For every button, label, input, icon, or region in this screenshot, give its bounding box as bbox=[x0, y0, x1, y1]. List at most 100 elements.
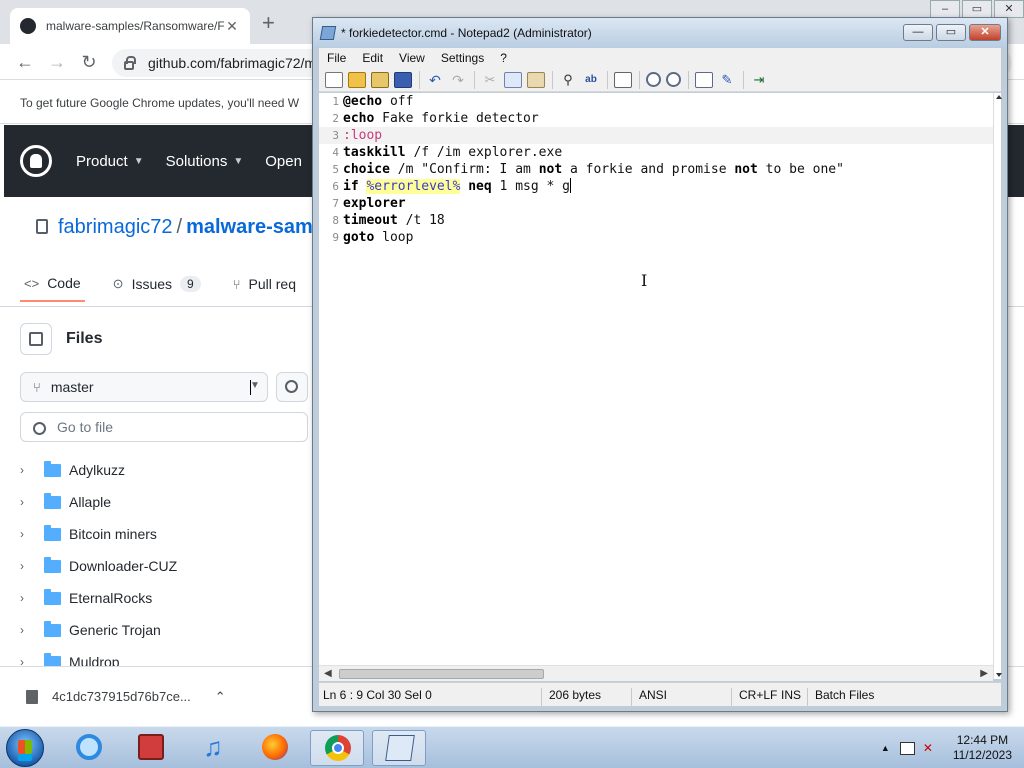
tree-item-folder[interactable]: › Allaple bbox=[20, 486, 310, 518]
undo-icon[interactable]: ↶ bbox=[426, 72, 444, 88]
search-icon[interactable] bbox=[276, 372, 308, 402]
forward-arrow-icon[interactable]: → bbox=[46, 51, 68, 73]
chevron-right-icon[interactable]: › bbox=[20, 623, 40, 637]
status-encoding[interactable]: ANSI bbox=[639, 688, 667, 702]
tree-item-folder[interactable]: › Adylkuzz bbox=[20, 454, 310, 486]
clock[interactable]: 12:44 PM 11/12/2023 bbox=[953, 733, 1012, 763]
new-tab-button[interactable]: + bbox=[262, 12, 275, 34]
scroll-left-icon[interactable]: ◀ bbox=[324, 668, 332, 679]
firefox-taskbar-button[interactable] bbox=[248, 730, 302, 766]
repo-owner-link[interactable]: fabrimagic72 bbox=[58, 216, 173, 238]
notepad2-taskbar-button[interactable] bbox=[372, 730, 426, 766]
volume-muted-icon[interactable]: ✕ bbox=[923, 742, 935, 754]
download-item[interactable]: 4c1dc737915d76b7ce... bbox=[52, 689, 191, 704]
search-icon bbox=[25, 415, 49, 439]
chevron-right-icon[interactable]: › bbox=[20, 559, 40, 573]
chevron-up-icon[interactable]: ⌃ bbox=[215, 689, 226, 705]
reload-icon[interactable]: ↻ bbox=[78, 51, 100, 73]
network-icon[interactable] bbox=[899, 741, 915, 755]
maximize-button[interactable]: ▭ bbox=[962, 0, 992, 18]
tree-item-folder[interactable]: › Downloader-CUZ bbox=[20, 550, 310, 582]
open-folder-icon[interactable] bbox=[348, 71, 366, 88]
github-logo-icon[interactable] bbox=[20, 145, 52, 177]
redo-icon[interactable]: ↷ bbox=[449, 72, 467, 88]
branch-selector[interactable]: ⑂ master ▼ bbox=[20, 372, 268, 402]
code-line[interactable]: 8 timeout /t 18 bbox=[319, 212, 993, 229]
menu-view[interactable]: View bbox=[391, 51, 433, 65]
tab-pull-requests[interactable]: ⑂ Pull req bbox=[229, 266, 300, 302]
word-wrap-icon[interactable] bbox=[614, 71, 632, 88]
minimize-button[interactable]: — bbox=[903, 24, 933, 41]
chevron-right-icon[interactable]: › bbox=[20, 495, 40, 509]
customize-scheme-icon[interactable]: ✎ bbox=[718, 72, 736, 88]
tab-code[interactable]: <> Code bbox=[20, 266, 85, 302]
nav-solutions[interactable]: Solutions ▼ bbox=[166, 153, 244, 170]
menu-edit[interactable]: Edit bbox=[354, 51, 391, 65]
close-tab-icon[interactable]: ✕ bbox=[224, 18, 240, 35]
status-scheme[interactable]: Batch Files bbox=[815, 688, 874, 702]
internet-explorer-icon bbox=[76, 734, 102, 760]
code-line[interactable]: 1 @echo off bbox=[319, 93, 993, 110]
tree-item-folder[interactable]: › EternalRocks bbox=[20, 582, 310, 614]
text-token: 1 msg * g bbox=[491, 179, 570, 194]
sidebar-collapse-icon[interactable] bbox=[20, 323, 52, 355]
zoom-out-icon[interactable] bbox=[666, 72, 681, 87]
close-window-button[interactable]: ✕ bbox=[994, 0, 1024, 18]
browse-icon[interactable] bbox=[371, 71, 389, 88]
scroll-right-icon[interactable]: ▶ bbox=[980, 668, 988, 679]
scheme-icon[interactable] bbox=[695, 71, 713, 88]
code-line[interactable]: 3:loop bbox=[319, 127, 993, 144]
find-icon[interactable]: ⚲ bbox=[559, 72, 577, 88]
vertical-scrollbar[interactable] bbox=[993, 93, 1002, 679]
cut-icon[interactable]: ✂ bbox=[481, 72, 499, 88]
title-bar[interactable]: * forkiedetector.cmd - Notepad2 (Adminis… bbox=[313, 18, 1007, 48]
repo-name-link[interactable]: malware-sam bbox=[186, 216, 313, 238]
scrollbar-thumb[interactable] bbox=[339, 669, 544, 679]
maximize-button[interactable]: ▭ bbox=[936, 24, 966, 41]
menu-help[interactable]: ? bbox=[492, 51, 515, 65]
code-line[interactable]: 5 choice /m "Confirm: I am not a forkie a… bbox=[319, 161, 993, 178]
show-hidden-icons-icon[interactable]: ▲ bbox=[881, 743, 890, 753]
chevron-right-icon[interactable]: › bbox=[20, 527, 40, 541]
exit-icon[interactable]: ⇥ bbox=[750, 72, 768, 88]
close-button[interactable]: ✕ bbox=[969, 24, 1001, 41]
go-to-file-input[interactable]: Go to file bbox=[20, 412, 308, 442]
pull-request-icon: ⑂ bbox=[232, 276, 241, 292]
save-icon[interactable] bbox=[394, 71, 412, 88]
nav-product[interactable]: Product ▼ bbox=[76, 153, 144, 170]
menu-file[interactable]: File bbox=[319, 51, 354, 65]
media-taskbar-button[interactable] bbox=[124, 730, 178, 766]
browser-tab[interactable]: malware-samples/Ransomware/F ✕ bbox=[10, 8, 250, 44]
tree-item-folder[interactable]: › Generic Trojan bbox=[20, 614, 310, 646]
internet-explorer-taskbar-button[interactable] bbox=[62, 730, 116, 766]
paste-icon[interactable] bbox=[527, 71, 545, 88]
tree-item-folder[interactable]: › Bitcoin miners bbox=[20, 518, 310, 550]
toolbar-separator bbox=[688, 70, 689, 89]
scroll-down-icon[interactable] bbox=[996, 673, 1002, 677]
menu-settings[interactable]: Settings bbox=[433, 51, 492, 65]
code-line[interactable]: 7 explorer bbox=[319, 195, 993, 212]
music-taskbar-button[interactable]: ♫ bbox=[186, 730, 240, 766]
lock-icon[interactable] bbox=[124, 55, 136, 70]
copy-icon[interactable] bbox=[504, 71, 522, 88]
back-arrow-icon[interactable]: ← bbox=[14, 51, 36, 73]
chevron-right-icon[interactable]: › bbox=[20, 463, 40, 477]
new-file-icon[interactable] bbox=[325, 71, 343, 88]
chevron-right-icon[interactable]: › bbox=[20, 591, 40, 605]
zoom-in-icon[interactable] bbox=[646, 72, 661, 87]
text-editor[interactable]: 1 @echo off 2 echo Fake forkie detector 3:lo… bbox=[319, 93, 993, 679]
status-eol[interactable]: CR+LF bbox=[739, 688, 777, 702]
chrome-taskbar-button[interactable] bbox=[310, 730, 364, 766]
horizontal-scrollbar[interactable]: ◀ ▶ bbox=[319, 665, 993, 681]
replace-icon[interactable]: ab bbox=[582, 72, 600, 88]
code-line[interactable]: 9 goto loop bbox=[319, 229, 993, 246]
tab-issues[interactable]: ⊙ Issues 9 bbox=[109, 266, 205, 302]
code-line[interactable]: 2 echo Fake forkie detector bbox=[319, 110, 993, 127]
minimize-button[interactable]: – bbox=[930, 0, 960, 18]
status-mode[interactable]: INS bbox=[781, 688, 801, 702]
code-line[interactable]: 4 taskkill /f /im explorer.exe bbox=[319, 144, 993, 161]
code-line[interactable]: 6 if %errorlevel% neq 1 msg * g bbox=[319, 178, 993, 195]
nav-open-source[interactable]: Open bbox=[265, 153, 302, 170]
start-button[interactable] bbox=[6, 729, 44, 767]
file-tree-panel: Files ⑂ master ▼ Go to file › Adylkuzz › A… bbox=[20, 322, 320, 682]
